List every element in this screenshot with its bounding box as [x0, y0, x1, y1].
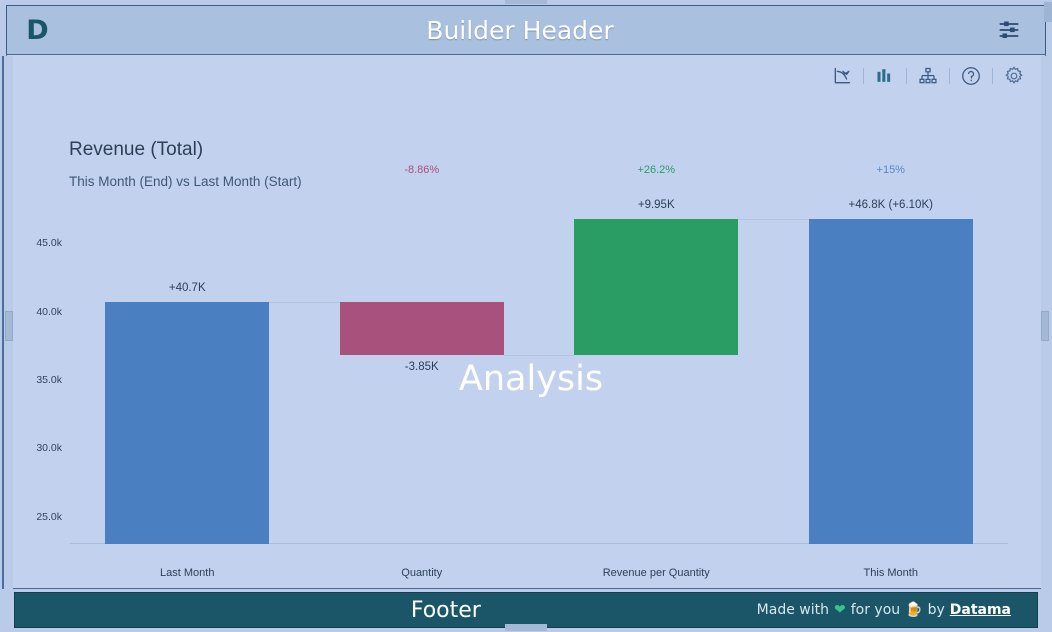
x-axis-tick: Last Month	[160, 567, 215, 579]
y-axis-tick: 45.0k	[36, 237, 62, 250]
plot-area: 45.0k 40.0k 35.0k 30.0k 25.0k +40.7K Last Mont…	[36, 164, 1008, 579]
logo-letter: D	[26, 14, 48, 46]
credit-prefix: Made with	[756, 602, 829, 618]
bar-percent-label: +26.2%	[637, 164, 676, 176]
bar-percent-label: +15%	[876, 164, 905, 176]
x-axis-tick: Quantity	[401, 567, 443, 579]
right-scrollbar-thumb[interactable]	[1041, 311, 1049, 341]
y-axis-tick: 40.0k	[36, 305, 62, 318]
bar-value-label: +46.8K (+6.10K)	[848, 198, 933, 211]
credit-middle: for you	[850, 602, 901, 618]
waterfall-connector	[269, 301, 340, 303]
sliders-icon[interactable]	[973, 17, 1045, 43]
waterfall-connector	[738, 218, 809, 220]
beer-icon: 🍺	[905, 602, 923, 618]
bar-decrease[interactable]	[339, 301, 504, 355]
datama-logo-icon[interactable]: D	[7, 15, 67, 46]
bar-value-label: -3.85K	[404, 360, 439, 373]
right-scrollbar-track[interactable]	[1041, 56, 1050, 589]
waterfall-chart: 45.0k 40.0k 35.0k 30.0k 25.0k +40.7K Last Mont…	[6, 54, 1046, 589]
builder-header: D Builder Header	[6, 5, 1046, 55]
waterfall-connector	[503, 354, 575, 356]
x-axis-tick: This Month	[863, 567, 918, 579]
window-right-corner	[1044, 2, 1052, 22]
bottom-scrollbar-thumb[interactable]	[505, 624, 547, 631]
credit-by: by	[927, 602, 945, 618]
header-title: Builder Header	[426, 15, 614, 45]
footer-credit: Made with ❤ for you 🍺 by Datama	[757, 602, 1037, 618]
window-top-notch	[505, 0, 547, 4]
y-axis-tick: 35.0k	[36, 373, 62, 386]
datama-brand-link[interactable]: Datama	[950, 602, 1011, 618]
heart-icon: ❤	[833, 602, 846, 618]
bar-value-label: +9.95K	[637, 198, 675, 211]
y-axis-tick: 25.0k	[36, 510, 62, 523]
x-axis-tick: Revenue per Quantity	[602, 567, 710, 579]
bar-total[interactable]	[808, 218, 973, 544]
bar-increase[interactable]	[574, 218, 739, 355]
left-scrollbar-track[interactable]	[2, 56, 13, 589]
left-scrollbar-thumb[interactable]	[5, 311, 13, 341]
y-axis-tick: 30.0k	[36, 442, 62, 455]
bar-value-label: +40.7K	[168, 281, 206, 294]
bar-percent-label: -8.86%	[404, 164, 440, 176]
bar-total[interactable]	[105, 301, 270, 544]
app-window: D Builder Header Revenue (Total) This Mo…	[0, 0, 1052, 632]
footer-title: Footer	[410, 597, 481, 623]
footer-bar: Footer Made with ❤ for you 🍺 by Datama	[14, 592, 1038, 628]
